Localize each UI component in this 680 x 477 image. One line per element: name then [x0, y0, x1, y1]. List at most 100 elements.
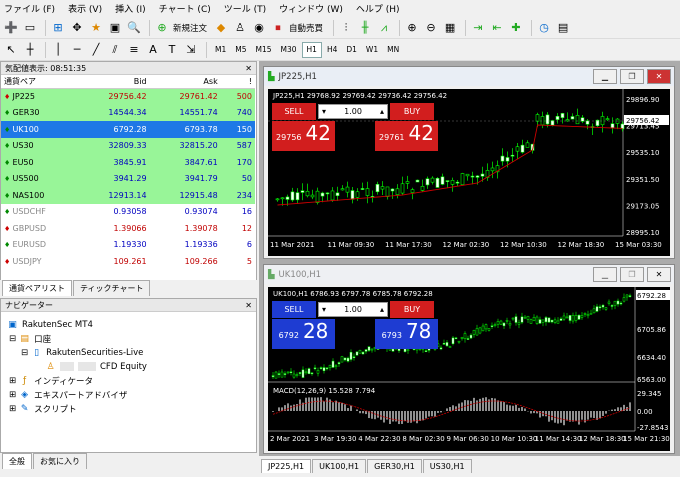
nav-scripts[interactable]: ⊞ ✎ スクリプト — [9, 403, 77, 415]
sell-price[interactable]: 6792 28 — [272, 319, 335, 349]
text-label-icon[interactable]: T — [164, 42, 180, 58]
tester-icon[interactable]: 🔍 — [126, 20, 142, 36]
trendline-icon[interactable]: ╱ — [88, 42, 104, 58]
menu-item[interactable]: チャート (C) — [159, 2, 211, 15]
autotrade-icon[interactable]: ⏹ — [270, 20, 286, 36]
price-chart[interactable]: UK100,H1 6786.93 6797.78 6785.78 6792.28… — [268, 287, 670, 451]
timeframe-m15[interactable]: M15 — [252, 42, 276, 58]
signals-icon[interactable]: ♙ — [232, 20, 248, 36]
buy-price[interactable]: 29761 42 — [375, 121, 438, 151]
line-chart-icon[interactable]: ⩘ — [376, 20, 392, 36]
nav-indicators[interactable]: ⊞ ƒ インディケータ — [9, 375, 93, 387]
tab-symbols[interactable]: 通貨ペアリスト — [2, 280, 72, 296]
sell-price[interactable]: 29756 42 — [272, 121, 335, 151]
col-symbol[interactable]: 通貨ペア — [1, 75, 79, 89]
zoom-out-icon[interactable]: ⊖ — [423, 20, 439, 36]
market-watch-row[interactable]: ♦ UK100 6792.28 6793.78 150 — [1, 121, 255, 138]
market-watch-row[interactable]: ♦ EURUSD 1.19330 1.19336 6 — [1, 236, 255, 253]
terminal-icon[interactable]: ▣ — [107, 20, 123, 36]
fibonacci-icon[interactable]: ≡ — [126, 42, 142, 58]
price-chart[interactable]: JP225,H1 29768.92 29769.42 29736.42 2975… — [268, 89, 670, 256]
radio-icon[interactable]: ◉ — [251, 20, 267, 36]
sell-button[interactable]: SELL — [272, 103, 316, 120]
lot-input[interactable]: ▾ 1.00 ▴ — [318, 302, 388, 317]
restore-button[interactable]: ❐ — [620, 69, 644, 84]
chart-tab[interactable]: US30,H1 — [422, 459, 472, 473]
vertical-line-icon[interactable]: │ — [50, 42, 66, 58]
meta-editor-icon[interactable]: ◆ — [213, 20, 229, 36]
market-watch-row[interactable]: ♦ EU50 3845.91 3847.61 170 — [1, 154, 255, 171]
tab-favorites[interactable]: お気に入り — [33, 453, 87, 469]
market-watch-row[interactable]: ♦ GER30 14544.34 14551.74 740 — [1, 104, 255, 121]
periods-icon[interactable]: ◷ — [536, 20, 552, 36]
autoscroll-icon[interactable]: ⇥ — [470, 20, 486, 36]
tile-windows-icon[interactable]: ▦ — [442, 20, 458, 36]
nav-root[interactable]: ▣ RakutenSec MT4 — [7, 319, 93, 330]
candle-chart-icon[interactable]: ╫ — [357, 20, 373, 36]
expand-icon[interactable]: ⊟ — [9, 334, 16, 344]
buy-button[interactable]: BUY — [390, 103, 434, 120]
zoom-in-icon[interactable]: ⊕ — [404, 20, 420, 36]
nav-cfd-account[interactable]: ♙ CFD Equity — [45, 361, 147, 372]
expand-icon[interactable]: ⊞ — [9, 404, 16, 414]
tab-tick-chart[interactable]: ティックチャート — [73, 280, 151, 296]
close-button[interactable]: ✕ — [647, 69, 671, 84]
menu-item[interactable]: 表示 (V) — [68, 2, 102, 15]
profiles-icon[interactable]: ▭ — [22, 20, 38, 36]
autotrade-button[interactable]: 自動売買 — [289, 22, 323, 34]
templates-icon[interactable]: ▤ — [555, 20, 571, 36]
chart-shift-icon[interactable]: ⇤ — [489, 20, 505, 36]
chart-window-titlebar[interactable]: ▙ UK100,H1 ▁ ❐ ✕ — [264, 265, 674, 284]
buy-button[interactable]: BUY — [390, 301, 434, 318]
cursor-icon[interactable]: ↖ — [3, 42, 19, 58]
timeframe-w1[interactable]: W1 — [362, 42, 382, 58]
col-ask[interactable]: Ask — [149, 75, 221, 89]
timeframe-m1[interactable]: M1 — [211, 42, 230, 58]
text-icon[interactable]: A — [145, 42, 161, 58]
timeframe-h1[interactable]: H1 — [301, 41, 322, 58]
timeframe-d1[interactable]: D1 — [342, 42, 361, 58]
menu-item[interactable]: ウィンドウ (W) — [279, 2, 343, 15]
minimize-button[interactable]: ▁ — [593, 69, 617, 84]
new-order-icon[interactable]: ⊕ — [154, 20, 170, 36]
buy-price[interactable]: 6793 78 — [375, 319, 438, 349]
chart-window-titlebar[interactable]: ▙ JP225,H1 ▁ ❐ ✕ — [264, 67, 674, 86]
close-icon[interactable]: ✕ — [245, 64, 252, 73]
minimize-button[interactable]: ▁ — [593, 267, 617, 282]
lot-input[interactable]: ▾ 1.00 ▴ — [318, 104, 388, 119]
nav-experts[interactable]: ⊞ ◈ エキスパートアドバイザ — [9, 389, 127, 401]
market-watch-row[interactable]: ♦ NAS100 12913.14 12915.48 234 — [1, 187, 255, 204]
market-watch-row[interactable]: ♦ USDCHF 0.93058 0.93074 16 — [1, 203, 255, 220]
col-bid[interactable]: Bid — [78, 75, 150, 89]
sell-button[interactable]: SELL — [272, 301, 316, 318]
col-spread[interactable]: ! — [220, 75, 255, 89]
timeframe-m5[interactable]: M5 — [231, 42, 250, 58]
equidistant-channel-icon[interactable]: ⫽ — [107, 42, 123, 58]
tab-general[interactable]: 全般 — [2, 453, 32, 469]
expand-icon[interactable]: ⊞ — [9, 390, 16, 400]
navigator-icon[interactable]: ★ — [88, 20, 104, 36]
arrows-icon[interactable]: ⇲ — [183, 42, 199, 58]
timeframe-mn[interactable]: MN — [383, 42, 403, 58]
menu-item[interactable]: ヘルプ (H) — [356, 2, 400, 15]
market-watch-icon[interactable]: ⊞ — [50, 20, 66, 36]
market-watch-row[interactable]: ♦ US500 3941.29 3941.79 50 — [1, 170, 255, 187]
expand-icon[interactable]: ⊞ — [9, 376, 16, 386]
nav-server[interactable]: ⊟ ▯ RakutenSecurities-Live — [21, 347, 143, 358]
new-chart-icon[interactable]: ➕ — [3, 20, 19, 36]
chart-tab[interactable]: UK100,H1 — [312, 459, 367, 473]
crosshair-icon[interactable]: ┼ — [22, 42, 38, 58]
close-icon[interactable]: ✕ — [245, 301, 252, 310]
menu-item[interactable]: ファイル (F) — [4, 2, 55, 15]
horizontal-line-icon[interactable]: ─ — [69, 42, 85, 58]
new-order-button[interactable]: 新規注文 — [173, 22, 207, 34]
nav-account[interactable]: ⊟ ▤ 口座 — [9, 333, 51, 345]
market-watch-row[interactable]: ♦ JP225 29756.42 29761.42 500 — [1, 88, 255, 105]
market-watch-row[interactable]: ♦ US30 32809.33 32815.20 587 — [1, 137, 255, 154]
chart-tab[interactable]: JP225,H1 — [261, 459, 312, 473]
data-window-icon[interactable]: ✥ — [69, 20, 85, 36]
timeframe-m30[interactable]: M30 — [277, 42, 301, 58]
restore-button[interactable]: ❐ — [620, 267, 644, 282]
timeframe-h4[interactable]: H4 — [323, 42, 341, 58]
close-button[interactable]: ✕ — [647, 267, 671, 282]
